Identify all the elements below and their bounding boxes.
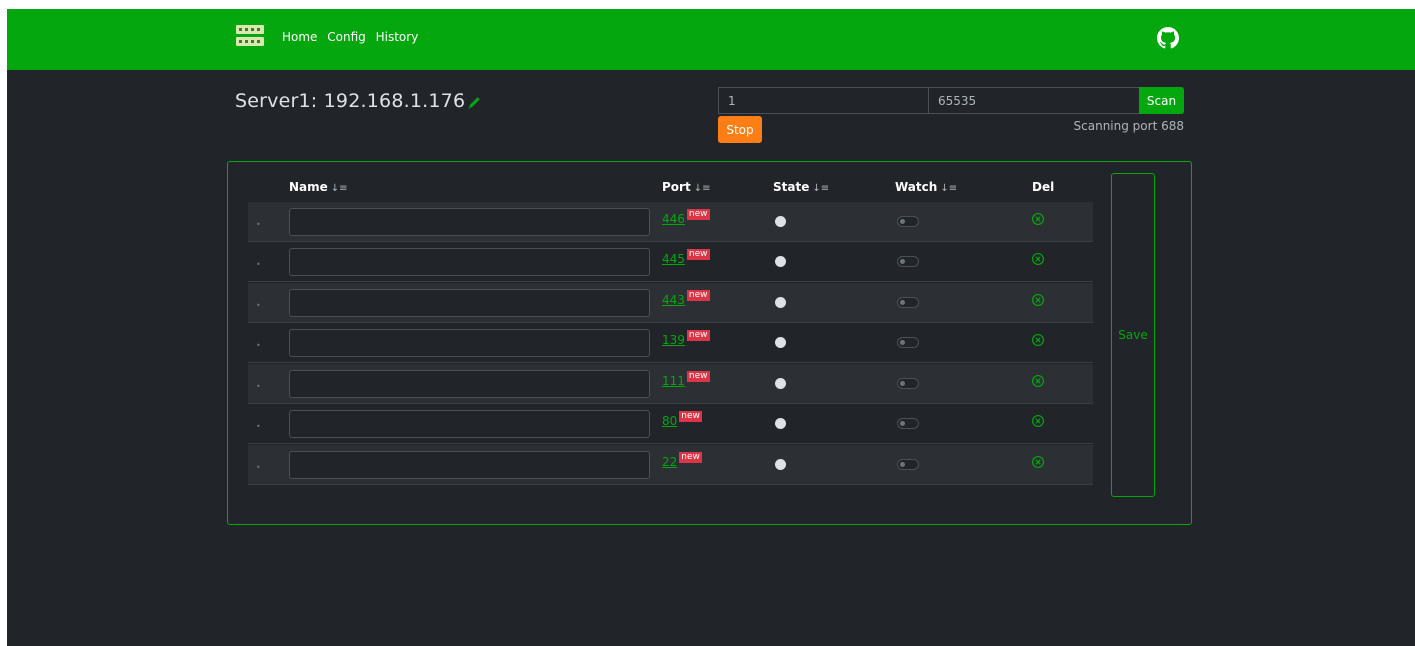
port-from-input[interactable] bbox=[718, 87, 929, 114]
port-name-input[interactable] bbox=[289, 410, 650, 438]
sort-icon: ↓≡ bbox=[693, 183, 711, 194]
column-header-del: Del bbox=[1032, 180, 1055, 194]
watch-toggle[interactable] bbox=[897, 459, 919, 470]
row-handle[interactable]: • bbox=[256, 463, 261, 472]
port-link[interactable]: 22 new bbox=[662, 452, 702, 469]
network-switch-icon[interactable] bbox=[236, 25, 264, 47]
row-handle[interactable]: • bbox=[256, 341, 261, 350]
github-icon[interactable] bbox=[1157, 27, 1179, 49]
port-number: 445 bbox=[662, 252, 685, 266]
port-link[interactable]: 446 new bbox=[662, 209, 710, 226]
save-button[interactable]: Save bbox=[1111, 173, 1155, 497]
scan-button[interactable]: Scan bbox=[1139, 87, 1184, 114]
table-row: • 139 new bbox=[248, 323, 1093, 363]
new-badge: new bbox=[686, 290, 710, 301]
nav-home-link[interactable]: Home bbox=[282, 30, 317, 44]
port-number: 443 bbox=[662, 293, 685, 307]
column-header-name[interactable]: Name ↓≡ bbox=[289, 180, 348, 194]
state-indicator bbox=[775, 256, 786, 267]
delete-icon[interactable] bbox=[1031, 293, 1045, 307]
port-link[interactable]: 139 new bbox=[662, 330, 710, 347]
column-header-watch[interactable]: Watch ↓≡ bbox=[895, 180, 957, 194]
port-number: 80 bbox=[662, 414, 678, 428]
port-number: 111 bbox=[662, 374, 685, 388]
table-row: • 22 new bbox=[248, 445, 1093, 485]
port-number: 22 bbox=[662, 455, 678, 469]
column-header-port[interactable]: Port ↓≡ bbox=[662, 180, 710, 194]
state-indicator bbox=[775, 418, 786, 429]
delete-icon[interactable] bbox=[1031, 252, 1045, 266]
column-header-state[interactable]: State ↓≡ bbox=[773, 180, 829, 194]
table-row: • 80 new bbox=[248, 404, 1093, 444]
navbar: Home Config History bbox=[7, 9, 1415, 70]
row-handle[interactable]: • bbox=[256, 220, 261, 229]
nav-config-link[interactable]: Config bbox=[327, 30, 366, 44]
new-badge: new bbox=[679, 411, 702, 422]
port-link[interactable]: 80 new bbox=[662, 411, 702, 428]
row-handle[interactable]: • bbox=[256, 301, 261, 310]
port-to-input[interactable] bbox=[928, 87, 1140, 114]
watch-toggle[interactable] bbox=[897, 337, 919, 348]
page-title: Server1: 192.168.1.176 bbox=[235, 90, 466, 112]
delete-icon[interactable] bbox=[1031, 374, 1045, 388]
table-row: • 445 new bbox=[248, 242, 1093, 282]
port-name-input[interactable] bbox=[289, 329, 650, 357]
watch-toggle[interactable] bbox=[897, 297, 919, 308]
port-link[interactable]: 445 new bbox=[662, 249, 710, 266]
table-row: • 443 new bbox=[248, 283, 1093, 323]
app-frame: Home Config History Server1: 192.168.1.1… bbox=[7, 9, 1415, 646]
stop-button[interactable]: Stop bbox=[718, 116, 762, 143]
new-badge: new bbox=[686, 330, 710, 341]
watch-toggle[interactable] bbox=[897, 256, 919, 267]
state-indicator bbox=[775, 459, 786, 470]
delete-icon[interactable] bbox=[1031, 414, 1045, 428]
state-indicator bbox=[775, 378, 786, 389]
watch-toggle[interactable] bbox=[897, 216, 919, 227]
pencil-icon[interactable] bbox=[467, 96, 481, 110]
sort-icon: ↓≡ bbox=[330, 183, 348, 194]
sort-icon: ↓≡ bbox=[940, 183, 958, 194]
delete-icon[interactable] bbox=[1031, 212, 1045, 226]
port-name-input[interactable] bbox=[289, 208, 650, 236]
port-name-input[interactable] bbox=[289, 289, 650, 317]
port-number: 446 bbox=[662, 212, 685, 226]
port-link[interactable]: 443 new bbox=[662, 290, 710, 307]
port-link[interactable]: 111 new bbox=[662, 371, 710, 388]
new-badge: new bbox=[686, 249, 710, 260]
row-handle[interactable]: • bbox=[256, 382, 261, 391]
nav-history-link[interactable]: History bbox=[376, 30, 419, 44]
scan-status-text: Scanning port 688 bbox=[1073, 119, 1184, 133]
new-badge: new bbox=[686, 371, 710, 382]
table-row: • 446 new bbox=[248, 202, 1093, 242]
row-handle[interactable]: • bbox=[256, 260, 261, 269]
watch-toggle[interactable] bbox=[897, 378, 919, 389]
nav-links: Home Config History bbox=[282, 30, 424, 44]
sort-icon: ↓≡ bbox=[812, 183, 830, 194]
state-indicator bbox=[775, 337, 786, 348]
port-name-input[interactable] bbox=[289, 248, 650, 276]
state-indicator bbox=[775, 297, 786, 308]
delete-icon[interactable] bbox=[1031, 455, 1045, 469]
port-number: 139 bbox=[662, 333, 685, 347]
port-name-input[interactable] bbox=[289, 370, 650, 398]
row-handle[interactable]: • bbox=[256, 422, 261, 431]
table-row: • 111 new bbox=[248, 364, 1093, 404]
port-name-input[interactable] bbox=[289, 451, 650, 479]
state-indicator bbox=[775, 216, 786, 227]
new-badge: new bbox=[686, 209, 710, 220]
new-badge: new bbox=[679, 452, 702, 463]
watch-toggle[interactable] bbox=[897, 418, 919, 429]
delete-icon[interactable] bbox=[1031, 333, 1045, 347]
